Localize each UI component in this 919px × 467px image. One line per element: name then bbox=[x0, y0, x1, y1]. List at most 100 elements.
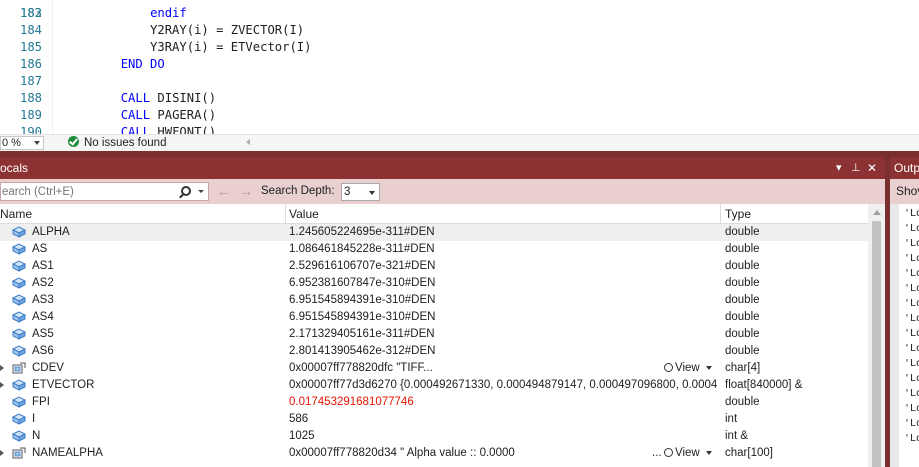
table-row[interactable]: FPI 0.017453291681077746 double bbox=[0, 394, 868, 411]
chevron-down-icon[interactable] bbox=[198, 190, 204, 193]
variable-value[interactable]: 2.529616106707e-321#DEN bbox=[289, 258, 717, 275]
expand-arrow-icon[interactable] bbox=[0, 382, 4, 388]
table-row[interactable]: I 586 int bbox=[0, 411, 868, 428]
code-line[interactable]: 188 CALL DISINI() bbox=[0, 90, 919, 107]
variable-value[interactable]: 1025 bbox=[289, 428, 717, 445]
view-label: View bbox=[675, 362, 700, 374]
output-title[interactable]: Outp bbox=[890, 157, 919, 179]
table-row[interactable]: CDEV 0x00007ff778820dfc "TIFF... View char[… bbox=[0, 360, 868, 377]
output-line: 'Lo bbox=[904, 283, 919, 294]
variable-type: double bbox=[725, 260, 760, 272]
table-row[interactable]: ETVECTOR 0x00007ff77d3d6270 {0.0004926713… bbox=[0, 377, 868, 394]
search-icon[interactable] bbox=[181, 186, 191, 196]
code-token: HWFONT() bbox=[150, 125, 217, 134]
variable-value[interactable]: 2.171329405161e-311#DEN bbox=[289, 326, 717, 343]
scrollbar-thumb[interactable] bbox=[872, 221, 881, 467]
variable-name: N bbox=[32, 430, 41, 442]
search-box[interactable] bbox=[0, 182, 209, 201]
line-number: 190 bbox=[19, 125, 42, 134]
variable-name: NAMEALPHA bbox=[32, 447, 103, 459]
code-text: Y2RAY(i) = ZVECTOR(I) bbox=[62, 22, 304, 39]
column-header-value[interactable]: Value bbox=[289, 204, 319, 224]
scroll-up-icon[interactable] bbox=[873, 210, 881, 215]
variable-value[interactable]: 0x00007ff778820d34 " Alpha value :: 0.00… bbox=[289, 445, 649, 462]
table-row[interactable]: AS1 2.529616106707e-321#DEN double bbox=[0, 258, 868, 275]
table-row[interactable]: N 1025 int & bbox=[0, 428, 868, 445]
code-line[interactable]: 189 CALL PAGERA() bbox=[0, 107, 919, 124]
output-line: 'Lo bbox=[904, 298, 919, 309]
variable-name: AS2 bbox=[32, 277, 54, 289]
code-line[interactable]: 187 bbox=[0, 73, 919, 90]
column-resizer[interactable] bbox=[285, 204, 286, 224]
locals-grid: ALPHA 1.245605224695e-311#DEN double AS 1.08… bbox=[0, 224, 868, 467]
view-button[interactable]: View bbox=[664, 360, 712, 377]
table-row[interactable]: NAMEALPHA 0x00007ff778820d34 " Alpha valu… bbox=[0, 445, 868, 462]
search-depth-label: Search Depth: bbox=[261, 185, 335, 197]
variable-cube-icon bbox=[11, 226, 27, 238]
vertical-scrollbar[interactable] bbox=[868, 204, 885, 467]
code-line[interactable]: 186 END DO bbox=[0, 56, 919, 73]
line-number: 184 bbox=[19, 23, 42, 37]
column-resizer[interactable] bbox=[720, 204, 721, 224]
locals-title: ocals bbox=[0, 161, 29, 175]
code-editor[interactable]: 182 183 endif 184 Y2RAY(i) = ZVECTOR(I) 18… bbox=[0, 0, 919, 134]
output-line: 'Lo bbox=[904, 328, 919, 339]
variable-name: CDEV bbox=[32, 362, 64, 374]
variable-value[interactable]: 1.245605224695e-311#DEN bbox=[289, 224, 717, 241]
issues-indicator[interactable]: No issues found bbox=[68, 136, 166, 151]
keyword-token: CALL bbox=[120, 125, 151, 134]
view-button[interactable]: View bbox=[664, 445, 712, 462]
variable-cube-icon bbox=[11, 430, 27, 442]
scroll-left-icon[interactable] bbox=[246, 139, 250, 145]
column-header-name[interactable]: Name bbox=[0, 204, 32, 224]
keyword-token: CALL bbox=[120, 91, 151, 105]
line-number: 189 bbox=[19, 108, 42, 122]
arrow-right-icon[interactable]: → bbox=[239, 182, 253, 201]
chevron-down-icon[interactable] bbox=[705, 366, 712, 370]
table-row[interactable]: AS 1.086461845228e-311#DEN double bbox=[0, 241, 868, 258]
chevron-down-icon[interactable] bbox=[705, 451, 712, 455]
keyword-token: END DO bbox=[120, 57, 165, 71]
variable-name: AS4 bbox=[32, 311, 54, 323]
code-line[interactable]: 184 Y2RAY(i) = ZVECTOR(I) bbox=[0, 22, 919, 39]
code-line[interactable]: 190 CALL HWFONT() bbox=[0, 124, 919, 134]
search-input[interactable] bbox=[1, 183, 177, 200]
variable-value[interactable]: 0.017453291681077746 bbox=[289, 394, 717, 411]
arrow-left-icon[interactable]: ← bbox=[217, 182, 231, 201]
variable-type: int bbox=[725, 413, 738, 425]
close-icon[interactable]: ✕ bbox=[867, 157, 877, 179]
expand-arrow-icon[interactable] bbox=[0, 450, 4, 456]
variable-value[interactable]: 0x00007ff778820dfc "TIFF... bbox=[289, 360, 659, 377]
search-depth-select[interactable]: 3 bbox=[341, 183, 380, 201]
zoom-dropdown[interactable]: 0 % bbox=[0, 136, 44, 150]
table-row[interactable]: AS4 6.951545894391e-310#DEN double bbox=[0, 309, 868, 326]
variable-value[interactable]: 2.801413905462e-312#DEN bbox=[289, 343, 717, 360]
variable-value[interactable]: 0x00007ff77d3d6270 {0.000492671330, 0.00… bbox=[289, 377, 717, 394]
expand-arrow-icon[interactable] bbox=[0, 365, 4, 371]
variable-value[interactable]: 6.951545894391e-310#DEN bbox=[289, 292, 717, 309]
table-row[interactable]: AS2 6.952381607847e-310#DEN double bbox=[0, 275, 868, 292]
variable-value[interactable]: 1.086461845228e-311#DEN bbox=[289, 241, 717, 258]
code-line[interactable]: 183 endif bbox=[0, 5, 919, 22]
table-row[interactable]: AS5 2.171329405161e-311#DEN double bbox=[0, 326, 868, 343]
variable-value[interactable]: 6.952381607847e-310#DEN bbox=[289, 275, 717, 292]
code-line[interactable]: 185 Y3RAY(i) = ETVector(I) bbox=[0, 39, 919, 56]
code-text: Y3RAY(i) = ETVector(I) bbox=[62, 39, 311, 56]
variable-cube-icon bbox=[11, 277, 27, 289]
variable-value[interactable]: 6.951545894391e-310#DEN bbox=[289, 309, 717, 326]
pin-icon[interactable]: ⊥ bbox=[851, 157, 861, 179]
chevron-down-icon[interactable]: ▾ bbox=[836, 157, 842, 179]
table-row[interactable]: AS3 6.951545894391e-310#DEN double bbox=[0, 292, 868, 309]
variable-name: AS5 bbox=[32, 328, 54, 340]
output-line: 'Lo bbox=[904, 403, 919, 414]
column-header-type[interactable]: Type bbox=[725, 204, 751, 224]
variable-type: char[4] bbox=[725, 362, 761, 374]
variable-value[interactable]: 586 bbox=[289, 411, 717, 428]
keyword-token: CALL bbox=[120, 108, 151, 122]
value-ellipsis: ... bbox=[652, 447, 662, 459]
table-row[interactable]: ALPHA 1.245605224695e-311#DEN double bbox=[0, 224, 868, 241]
table-row[interactable]: AS6 2.801413905462e-312#DEN double bbox=[0, 343, 868, 360]
check-circle-icon bbox=[68, 136, 79, 147]
